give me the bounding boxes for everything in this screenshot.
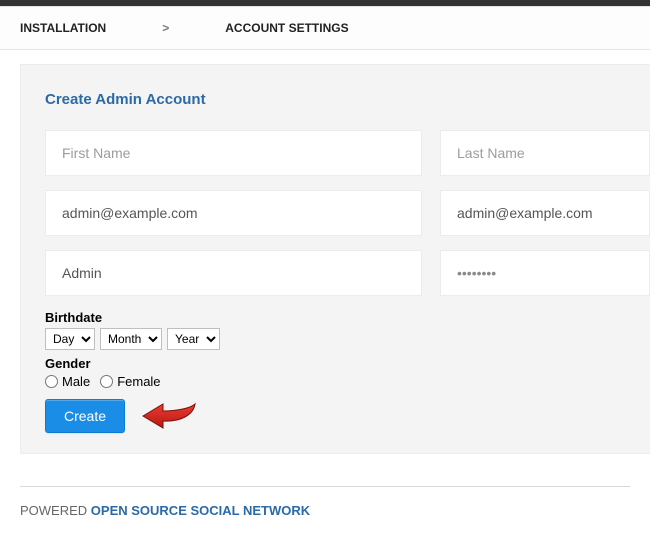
breadcrumb-step-installation: INSTALLATION — [20, 21, 106, 35]
gender-female-radio[interactable] — [100, 375, 113, 388]
email-input[interactable] — [45, 190, 422, 236]
footer: POWERED OPEN SOURCE SOCIAL NETWORK — [0, 487, 650, 538]
gender-male-text: Male — [62, 374, 90, 389]
username-input[interactable] — [45, 250, 422, 296]
create-admin-panel: Create Admin Account Bir — [20, 64, 650, 454]
password-input[interactable] — [440, 250, 650, 296]
birthdate-year-select[interactable]: Year — [167, 328, 220, 350]
page-title: Create Admin Account — [45, 91, 650, 108]
birthdate-label: Birthdate — [45, 310, 650, 325]
last-name-input[interactable] — [440, 130, 650, 176]
arrow-left-icon — [141, 400, 197, 432]
breadcrumb-step-account-settings: ACCOUNT SETTINGS — [225, 21, 348, 35]
breadcrumb: INSTALLATION > ACCOUNT SETTINGS — [0, 6, 650, 50]
gender-female-option: Female — [100, 374, 160, 389]
email-confirm-input[interactable] — [440, 190, 650, 236]
birthdate-day-select[interactable]: Day — [45, 328, 95, 350]
gender-label: Gender — [45, 356, 650, 371]
birthdate-month-select[interactable]: Month — [100, 328, 162, 350]
gender-female-text: Female — [117, 374, 160, 389]
gender-male-radio[interactable] — [45, 375, 58, 388]
gender-male-option: Male — [45, 374, 90, 389]
first-name-input[interactable] — [45, 130, 422, 176]
create-button[interactable]: Create — [45, 399, 125, 433]
breadcrumb-separator: > — [162, 21, 169, 35]
